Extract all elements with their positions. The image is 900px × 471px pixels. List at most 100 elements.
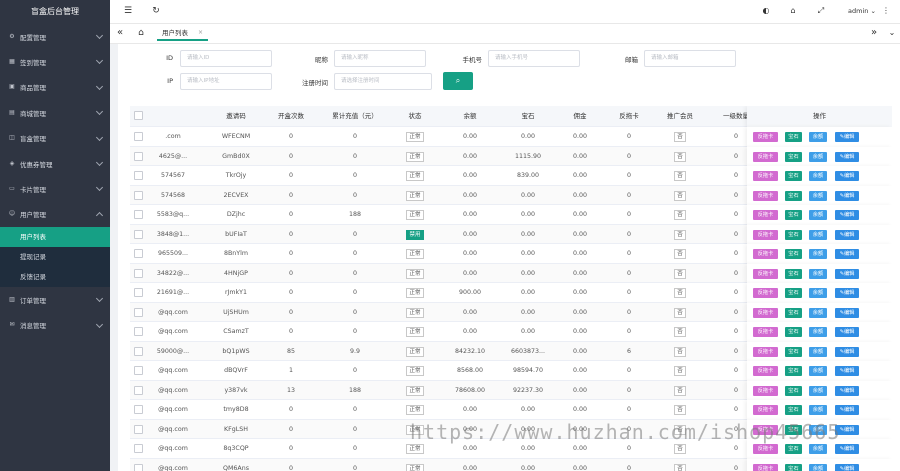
row-checkbox[interactable] [134, 444, 143, 453]
balance-button[interactable]: 余额 [809, 327, 827, 337]
balance-button[interactable]: 余额 [809, 171, 827, 181]
edit-button[interactable]: ✎编辑 [835, 385, 859, 396]
sidebar-item-t2[interactable]: ▣ 商品管理 [0, 75, 110, 100]
sidebar-item-b1[interactable]: ✉ 消息管理 [0, 313, 110, 338]
gem-button[interactable]: 宝石 [785, 346, 802, 357]
row-checkbox[interactable] [134, 171, 143, 180]
row-checkbox[interactable] [134, 463, 143, 471]
anti-card-button[interactable]: 反拖卡 [753, 288, 778, 298]
anti-card-button[interactable]: 反拖卡 [753, 151, 778, 162]
anti-card-button[interactable]: 反拖卡 [753, 190, 778, 201]
tabs-scroll-right-icon[interactable]: » [868, 27, 880, 39]
balance-button[interactable]: 余额 [809, 132, 827, 142]
row-checkbox[interactable] [134, 210, 143, 219]
sidebar-item-t3[interactable]: ▤ 商城管理 [0, 100, 110, 125]
ip-input[interactable]: 请输入IP地址 [180, 73, 272, 90]
edit-button[interactable]: ✎编辑 [835, 229, 859, 240]
edit-button[interactable]: ✎编辑 [835, 444, 859, 454]
gem-button[interactable]: 宝石 [785, 132, 802, 142]
refresh-icon[interactable]: ↻ [150, 5, 162, 17]
row-checkbox[interactable] [134, 268, 143, 278]
edit-button[interactable]: ✎编辑 [835, 171, 859, 181]
edit-button[interactable]: ✎编辑 [835, 268, 859, 279]
anti-card-button[interactable]: 反拖卡 [753, 171, 778, 181]
row-checkbox[interactable] [134, 366, 143, 375]
row-checkbox[interactable] [134, 405, 143, 414]
gem-button[interactable]: 宝石 [785, 268, 802, 279]
row-checkbox[interactable] [134, 249, 143, 258]
edit-button[interactable]: ✎编辑 [835, 405, 859, 415]
tabs-scroll-left-icon[interactable]: « [114, 27, 126, 39]
edit-button[interactable]: ✎编辑 [835, 288, 859, 298]
balance-button[interactable]: 余额 [809, 151, 827, 162]
balance-button[interactable]: 余额 [809, 463, 827, 471]
sidebar-item-t5[interactable]: ◈ 优惠券管理 [0, 151, 110, 176]
theme-icon[interactable]: ◐ [760, 5, 772, 17]
balance-button[interactable]: 余额 [809, 346, 827, 357]
sidebar-subitem-feedback[interactable]: 反馈记录 [0, 267, 110, 287]
tabs-menu-icon[interactable]: ⌄ [886, 27, 898, 39]
row-checkbox[interactable] [134, 424, 143, 434]
edit-button[interactable]: ✎编辑 [835, 366, 859, 376]
gem-button[interactable]: 宝石 [785, 444, 802, 454]
home-icon[interactable]: ⌂ [135, 27, 147, 39]
gem-button[interactable]: 宝石 [785, 307, 802, 318]
balance-button[interactable]: 余额 [809, 385, 827, 396]
edit-button[interactable]: ✎编辑 [835, 327, 859, 337]
balance-button[interactable]: 余额 [809, 405, 827, 415]
gem-button[interactable]: 宝石 [785, 463, 802, 471]
edit-button[interactable]: ✎编辑 [835, 190, 859, 201]
anti-card-button[interactable]: 反拖卡 [753, 366, 778, 376]
edit-button[interactable]: ✎编辑 [835, 463, 859, 471]
id-input[interactable]: 请输入ID [180, 50, 272, 67]
row-checkbox[interactable] [134, 288, 143, 297]
sidebar-subitem-withdraw[interactable]: 提现记录 [0, 247, 110, 267]
gem-button[interactable]: 宝石 [785, 210, 802, 220]
tab-user-list[interactable]: 用户列表 × [157, 27, 208, 41]
anti-card-button[interactable]: 反拖卡 [753, 307, 778, 318]
anti-card-button[interactable]: 反拖卡 [753, 463, 778, 471]
anti-card-button[interactable]: 反拖卡 [753, 405, 778, 415]
edit-button[interactable]: ✎编辑 [835, 151, 859, 162]
phone-input[interactable]: 请输入手机号 [488, 50, 580, 67]
menu-toggle-icon[interactable]: ☰ [122, 5, 134, 17]
balance-button[interactable]: 余额 [809, 444, 827, 454]
edit-button[interactable]: ✎编辑 [835, 249, 859, 259]
sidebar-item-t1[interactable]: ▦ 签到管理 [0, 49, 110, 74]
anti-card-button[interactable]: 反拖卡 [753, 249, 778, 259]
gem-button[interactable]: 宝石 [785, 405, 802, 415]
balance-button[interactable]: 余额 [809, 307, 827, 318]
tag-icon[interactable]: ⌂ [787, 5, 799, 17]
gem-button[interactable]: 宝石 [785, 288, 802, 298]
gem-button[interactable]: 宝石 [785, 151, 802, 162]
balance-button[interactable]: 余额 [809, 190, 827, 201]
search-button[interactable]: ⌕ [443, 72, 473, 90]
sidebar-subitem-user-list[interactable]: 用户列表 [0, 227, 110, 248]
anti-card-button[interactable]: 反拖卡 [753, 346, 778, 357]
gem-button[interactable]: 宝石 [785, 229, 802, 240]
regtime-picker[interactable]: 请选择注册时间 [334, 73, 432, 90]
anti-card-button[interactable]: 反拖卡 [753, 229, 778, 240]
edit-button[interactable]: ✎编辑 [835, 307, 859, 318]
anti-card-button[interactable]: 反拖卡 [753, 268, 778, 279]
sidebar-item-t6[interactable]: ▭ 卡片管理 [0, 176, 110, 201]
gem-button[interactable]: 宝石 [785, 190, 802, 201]
row-checkbox[interactable] [134, 346, 143, 356]
gem-button[interactable]: 宝石 [785, 171, 802, 181]
anti-card-button[interactable]: 反拖卡 [753, 444, 778, 454]
row-checkbox[interactable] [134, 307, 143, 317]
sidebar-item-b0[interactable]: ▥ 订单管理 [0, 287, 110, 312]
nickname-input[interactable]: 请输入昵称 [334, 50, 426, 67]
balance-button[interactable]: 余额 [809, 366, 827, 376]
select-all-checkbox[interactable] [134, 111, 143, 120]
balance-button[interactable]: 余额 [809, 288, 827, 298]
row-checkbox[interactable] [134, 190, 143, 200]
gem-button[interactable]: 宝石 [785, 385, 802, 396]
balance-button[interactable]: 余额 [809, 229, 827, 240]
fullscreen-icon[interactable]: ⤢ [815, 5, 827, 17]
anti-card-button[interactable]: 反拖卡 [753, 385, 778, 396]
row-checkbox[interactable] [134, 385, 143, 395]
user-menu[interactable]: admin ⌄ [848, 7, 876, 15]
email-input[interactable]: 请输入邮箱 [644, 50, 736, 67]
row-checkbox[interactable] [134, 229, 143, 239]
